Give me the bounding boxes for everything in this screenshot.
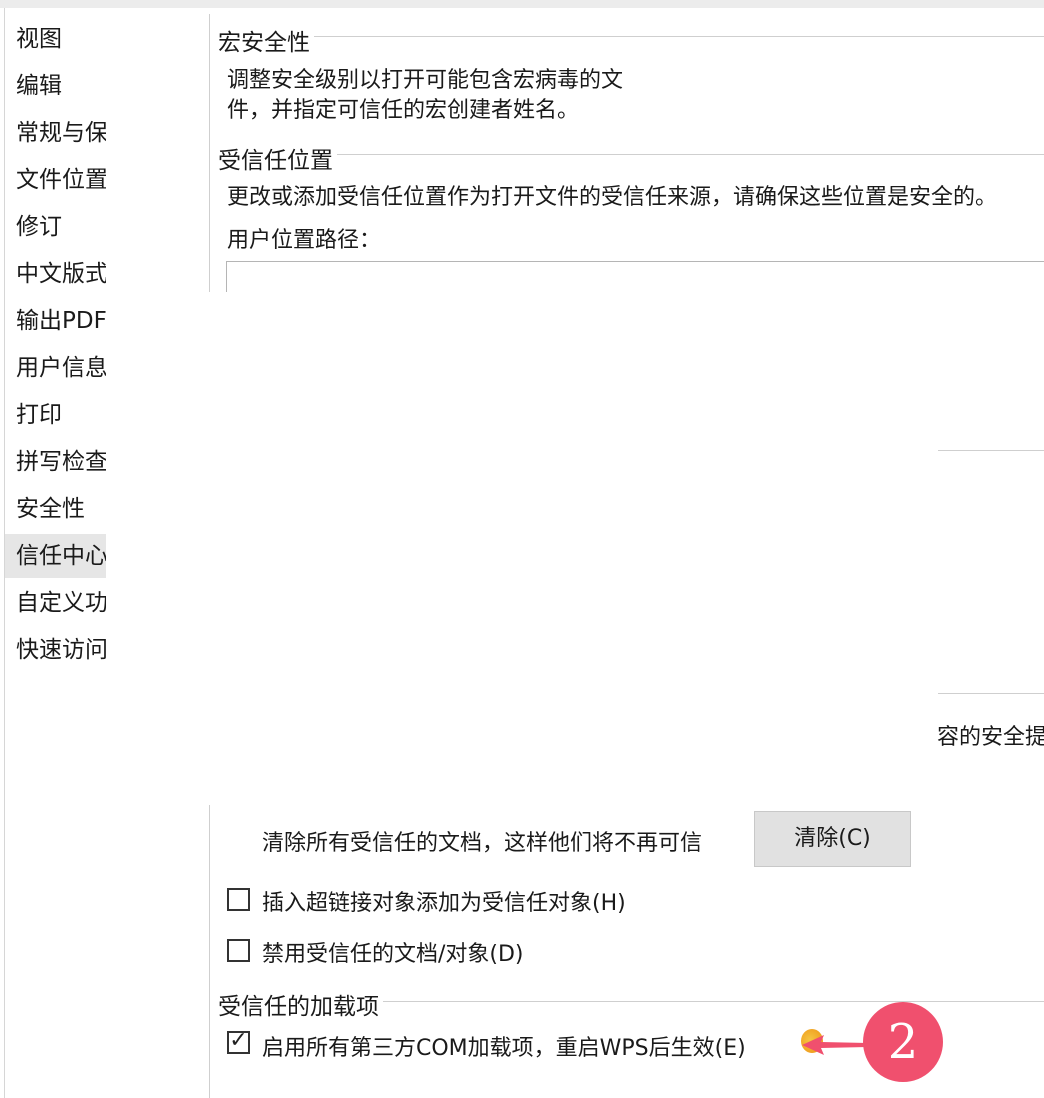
step-number-badge: 2: [863, 1002, 943, 1082]
sidebar-item-trust-center[interactable]: 信任中心: [5, 534, 106, 578]
macro-section-rule: [310, 36, 1044, 37]
clear-trusted-docs-label: 清除所有受信任的文档，这样他们将不再可信: [262, 831, 703, 856]
sidebar-item-edit[interactable]: 编辑: [5, 64, 106, 108]
disable-trusted-checkbox[interactable]: [227, 939, 250, 962]
sidebar-item-view[interactable]: 视图: [5, 17, 106, 61]
com-addins-label[interactable]: 启用所有第三方COM加载项，重启WPS后生效(E): [262, 1030, 746, 1062]
macro-security-title: 宏安全性: [218, 23, 314, 57]
user-location-path-label: 用户位置路径：: [227, 228, 382, 253]
macro-security-desc-2: 件，并指定可信任的宏创建者姓名。: [227, 98, 580, 123]
sidebar-item-revision[interactable]: 修订: [5, 205, 106, 249]
trusted-locations-desc: 更改或添加受信任位置作为打开文件的受信任来源，请确保这些位置是安全的。: [227, 185, 998, 210]
sidebar-item-general-save[interactable]: 常规与保存: [5, 111, 106, 155]
com-addins-checkbox[interactable]: ✓: [227, 1028, 250, 1054]
hyperlink-trusted-checkbox[interactable]: [227, 888, 250, 911]
checkmark-icon: ✓: [229, 1028, 248, 1053]
sidebar-item-chinese-layout[interactable]: 中文版式: [5, 252, 106, 296]
sidebar-item-user-info[interactable]: 用户信息: [5, 346, 106, 390]
sidebar-item-security[interactable]: 安全性: [5, 487, 106, 531]
trusted-locations-rule: [330, 154, 1044, 155]
sidebar-item-quick-access[interactable]: 快速访问: [5, 628, 106, 672]
options-sidebar: 视图 编辑 常规与保存 文件位置 修订 中文版式 输出PDF 用户信息 打印 拼…: [5, 14, 209, 1098]
fragment-rule-2: [938, 693, 1044, 694]
hyperlink-trusted-label[interactable]: 插入超链接对象添加为受信任对象(H): [262, 885, 626, 917]
clear-button[interactable]: 清除(C): [754, 811, 911, 867]
macro-security-desc-1: 调整安全级别以打开可能包含宏病毒的文: [227, 68, 624, 93]
fragment-rule-1: [938, 450, 1044, 451]
sidebar-item-spell-check[interactable]: 拼写检查: [5, 440, 106, 484]
sidebar-item-print[interactable]: 打印: [5, 393, 106, 437]
sidebar-item-customize[interactable]: 自定义功: [5, 581, 106, 625]
occluded-area: [210, 292, 1044, 804]
content-security-fragment: 容的安全提: [937, 725, 1044, 750]
sidebar-divider-lower: [209, 805, 210, 1098]
disable-trusted-label[interactable]: 禁用受信任的文档/对象(D): [262, 936, 524, 968]
sidebar-item-file-location[interactable]: 文件位置: [5, 158, 106, 202]
trusted-addins-title: 受信任的加载项: [218, 987, 383, 1021]
top-strip: [0, 0, 1044, 8]
annotation-arrow-icon: [802, 1035, 868, 1055]
trusted-addins-rule: [380, 1001, 1044, 1002]
sidebar-item-export-pdf[interactable]: 输出PDF: [5, 299, 106, 343]
sidebar-divider: [209, 14, 210, 292]
trusted-locations-title: 受信任位置: [218, 141, 337, 175]
